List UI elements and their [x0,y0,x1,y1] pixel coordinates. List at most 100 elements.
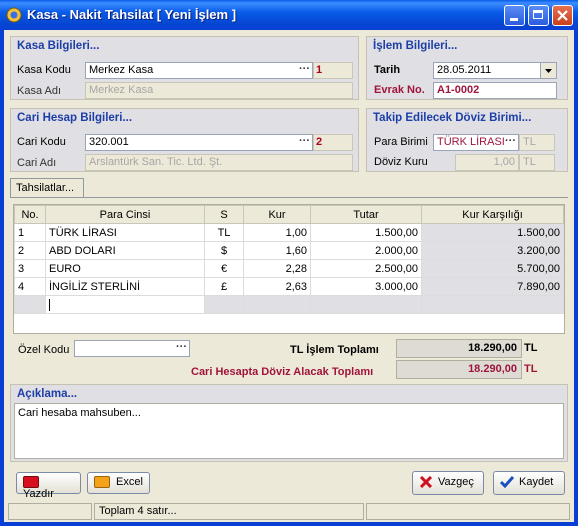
table-cell[interactable]: 1.500,00 [310,223,422,242]
kasa-kodu-field[interactable]: Merkez Kasa ··· [85,62,313,79]
para-birimi-field[interactable]: TÜRK LİRASI ··· [433,134,519,151]
islem-panel: İşlem Bilgileri... Tarih 28.05.2011 Evra… [366,36,568,100]
kasa-adi-label: Kasa Adı [17,85,62,97]
save-button-label: Kaydet [519,476,554,488]
table-cell: 5.700,00 [421,259,564,278]
minimize-button[interactable] [504,5,525,26]
tl-total-unit: TL [524,342,538,354]
lookup-ellipsis-icon[interactable]: ··· [299,135,310,147]
maximize-button[interactable] [528,5,549,26]
column-header[interactable]: Kur [243,205,311,224]
table-cell[interactable]: 2 [14,241,46,260]
table-cell[interactable]: 3.000,00 [310,277,422,296]
table-cell[interactable]: 2.500,00 [310,259,422,278]
print-button[interactable]: Yazdır [16,472,81,500]
client-area: Kasa Bilgileri... Kasa Kodu Merkez Kasa … [4,30,574,522]
tahsilat-table: No. Para Cinsi S Kur Tutar Kur Karşılığı… [14,205,564,314]
doviz-kuru-field: 1,00 [455,154,519,171]
table-cell: 1.500,00 [421,223,564,242]
kasa-panel: Kasa Bilgileri... Kasa Kodu Merkez Kasa … [10,36,359,100]
islem-section-title: İşlem Bilgileri... [373,40,458,52]
table-cell-editing[interactable] [45,295,205,314]
date-dropdown-button[interactable] [540,63,556,78]
excel-icon [94,476,110,489]
tl-total-label: TL İşlem Toplamı [290,344,379,356]
ozel-kod-label: Özel Kodu [18,344,70,356]
tarih-field[interactable]: 28.05.2011 [433,62,557,79]
cari-panel: Cari Hesap Bilgileri... Cari Kodu 320.00… [10,108,359,172]
para-birimi-unit: TL [519,134,555,151]
cari-kodu-badge: 2 [313,134,353,151]
excel-button-label: Excel [116,476,143,488]
cari-kodu-field[interactable]: 320.001 ··· [85,134,313,151]
table-cell [421,295,564,314]
tab-divider [10,197,568,198]
table-cell[interactable]: 1 [14,223,46,242]
table-cell[interactable]: EURO [45,259,205,278]
table-cell[interactable]: 2,63 [243,277,311,296]
status-cell-empty [8,503,92,520]
column-header[interactable]: S [204,205,244,224]
table-cell[interactable]: TL [204,223,244,242]
tarih-value: 28.05.2011 [437,64,492,76]
kasa-adi-field: Merkez Kasa [85,82,353,99]
close-button[interactable] [552,5,573,26]
table-cell[interactable]: £ [204,277,244,296]
evrak-label: Evrak No. [374,84,425,96]
cancel-button[interactable]: Vazgeç [412,471,484,495]
lookup-ellipsis-icon[interactable]: ··· [176,341,187,353]
tab-tahsilatlar[interactable]: Tahsilatlar... [10,178,84,198]
table-row[interactable]: 3 EURO € 2,28 2.500,00 5.700,00 [14,259,564,278]
table-row[interactable]: 2 ABD DOLARI $ 1,60 2.000,00 3.200,00 [14,241,564,260]
table-cell[interactable] [204,295,244,314]
table-cell[interactable]: TÜRK LİRASI [45,223,205,242]
cash-register-icon [6,7,22,23]
table-cell[interactable]: İNGİLİZ STERLİNİ [45,277,205,296]
excel-button[interactable]: Excel [87,472,150,494]
table-cell[interactable]: 2.000,00 [310,241,422,260]
cancel-button-label: Vazgeç [438,476,474,488]
table-header-row: No. Para Cinsi S Kur Tutar Kur Karşılığı [14,205,564,224]
table-cell[interactable]: 3 [14,259,46,278]
title-bar[interactable]: Kasa - Nakit Tahsilat [ Yeni İşlem ] [0,0,578,30]
kasa-section-title: Kasa Bilgileri... [17,40,100,52]
column-header[interactable]: Tutar [310,205,422,224]
cari-adi-label: Cari Adı [17,157,57,169]
table-cell[interactable]: 1,00 [243,223,311,242]
table-cell[interactable]: € [204,259,244,278]
table-cell[interactable]: $ [204,241,244,260]
doviz-kuru-label: Döviz Kuru [374,156,428,168]
evrak-field[interactable]: A1-0002 [433,82,557,99]
table-cell[interactable] [310,295,422,314]
table-cell: 7.890,00 [421,277,564,296]
table-cell: 3.200,00 [421,241,564,260]
cari-total-value: 18.290,00 [396,360,522,379]
cari-kodu-value: 320.001 [89,136,129,148]
tahsilat-grid[interactable]: No. Para Cinsi S Kur Tutar Kur Karşılığı… [13,204,565,334]
cari-kodu-label: Cari Kodu [17,136,66,148]
aciklama-textarea[interactable]: Cari hesaba mahsuben... [14,403,564,459]
lookup-ellipsis-icon[interactable]: ··· [299,63,310,75]
column-header[interactable]: Kur Karşılığı [421,205,564,224]
save-button[interactable]: Kaydet [493,471,565,495]
aciklama-panel: Açıklama... Cari hesaba mahsuben... [10,384,568,462]
table-row[interactable]: 1 TÜRK LİRASI TL 1,00 1.500,00 1.500,00 [14,223,564,242]
doviz-section-title: Takip Edilecek Döviz Birimi... [373,112,532,124]
column-header[interactable]: No. [14,205,46,224]
tarih-label: Tarih [374,64,401,76]
lookup-ellipsis-icon[interactable]: ··· [505,135,516,147]
table-row-new[interactable] [14,295,564,314]
column-header[interactable]: Para Cinsi [45,205,205,224]
table-cell[interactable] [243,295,311,314]
window-title: Kasa - Nakit Tahsilat [ Yeni İşlem ] [27,7,237,22]
ozel-kod-field[interactable]: ··· [74,340,190,357]
cari-total-label: Cari Hesapta Döviz Alacak Toplamı [191,366,374,378]
table-cell[interactable]: ABD DOLARI [45,241,205,260]
table-row[interactable]: 4 İNGİLİZ STERLİNİ £ 2,63 3.000,00 7.890… [14,277,564,296]
table-cell[interactable]: 2,28 [243,259,311,278]
maximize-icon [533,10,543,19]
table-cell[interactable]: 4 [14,277,46,296]
text-cursor [49,298,50,311]
table-cell[interactable]: 1,60 [243,241,311,260]
table-cell[interactable] [14,295,46,314]
